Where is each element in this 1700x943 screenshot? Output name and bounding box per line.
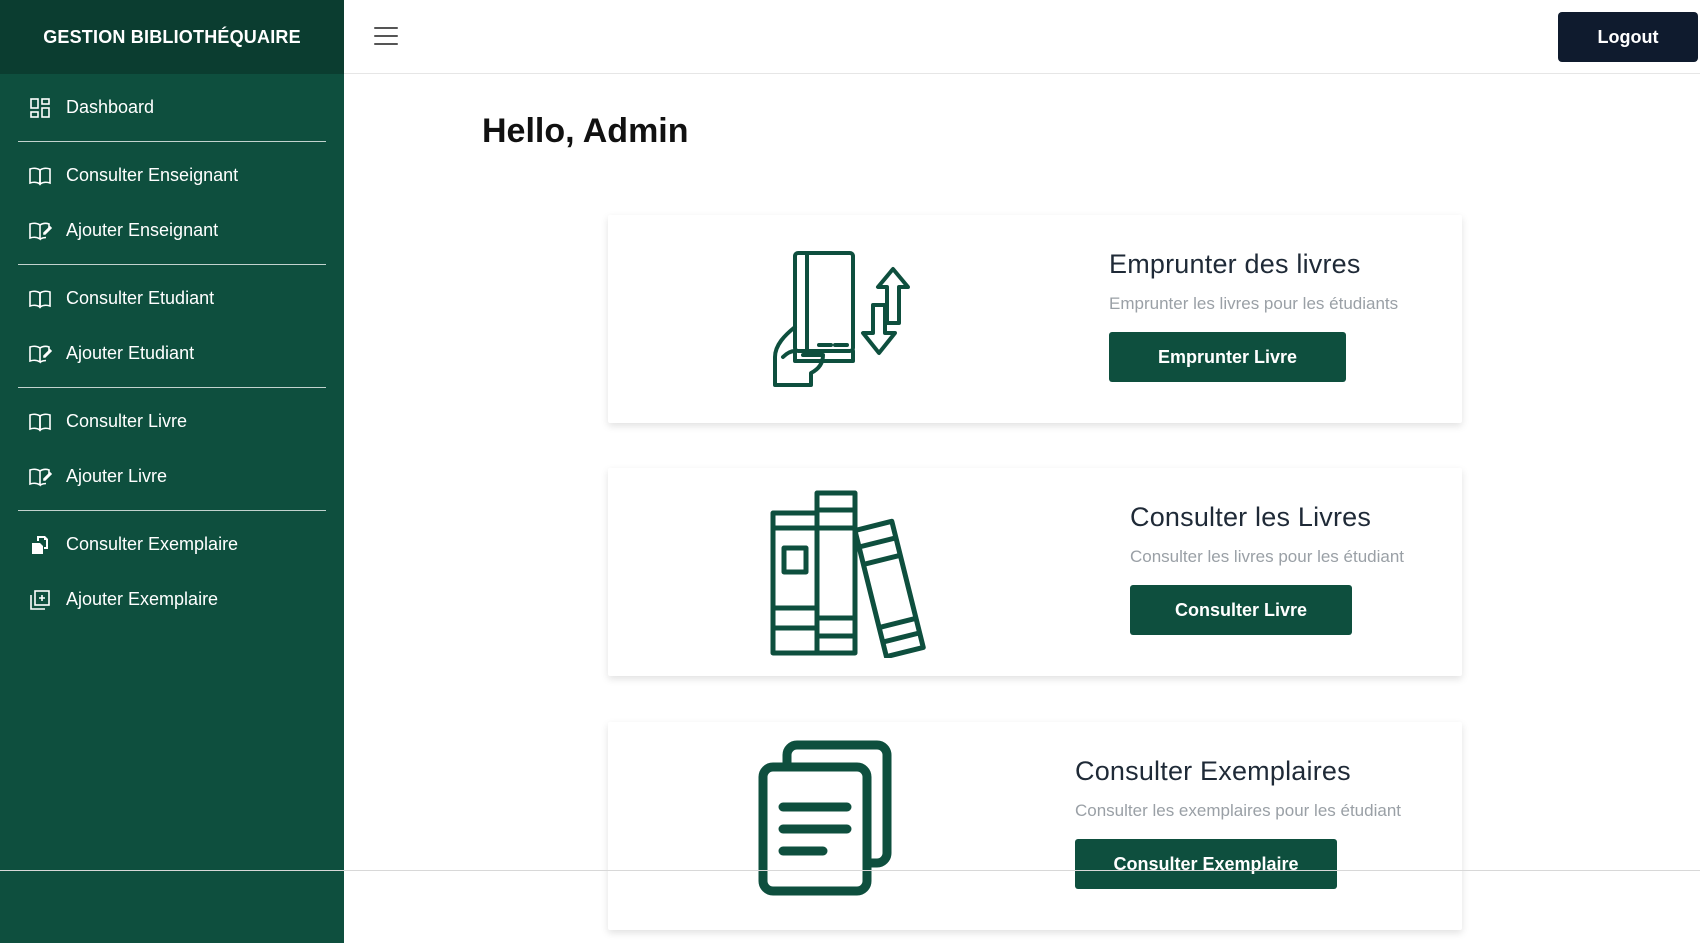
- consulter-livre-button[interactable]: Consulter Livre: [1130, 585, 1352, 635]
- sidebar-item-ajouter-enseignant[interactable]: Ajouter Enseignant: [18, 203, 326, 258]
- book-open-icon: [28, 287, 52, 311]
- sidebar-item-label: Consulter Livre: [66, 411, 188, 431]
- sidebar-item-consulter-enseignant[interactable]: Consulter Enseignant: [18, 148, 326, 203]
- card-description: Consulter les livres pour les étudiant: [1130, 547, 1405, 566]
- card-title: Consulter Exemplaires: [1075, 756, 1351, 786]
- page-greeting: Hello, Admin: [482, 112, 689, 150]
- nav-group-enseignant: Consulter Enseignant Ajouter Enseignant: [18, 142, 326, 265]
- nav-group-exemplaire: Consulter Exemplaire Ajouter Exemplaire: [18, 511, 326, 633]
- books-shelf-icon: [748, 490, 948, 658]
- sidebar-item-label: Consulter Exemplaire: [66, 534, 239, 554]
- sidebar-item-ajouter-livre[interactable]: Ajouter Livre: [18, 449, 326, 504]
- sidebar: GESTION BIBLIOTHÉQUAIRE Dashboard Consul…: [0, 0, 344, 943]
- top-bar: Logout: [344, 0, 1700, 74]
- card-content: Consulter les Livres Consulter les livre…: [1130, 468, 1404, 635]
- book-open-icon: [28, 164, 52, 188]
- card-description: Emprunter les livres pour les étudiants: [1109, 294, 1399, 313]
- sidebar-item-label: Consulter Enseignant: [66, 165, 239, 185]
- copies-icon: [28, 533, 52, 557]
- sidebar-item-label: Ajouter Etudiant: [66, 343, 195, 363]
- sidebar-item-consulter-exemplaire[interactable]: Consulter Exemplaire: [18, 517, 326, 572]
- sidebar-item-label: Ajouter Enseignant: [66, 220, 219, 240]
- sidebar-item-ajouter-exemplaire[interactable]: Ajouter Exemplaire: [18, 572, 326, 627]
- sidebar-item-label: Consulter Etudiant: [66, 288, 215, 308]
- book-edit-icon: [28, 465, 52, 489]
- emprunter-livre-button[interactable]: Emprunter Livre: [1109, 332, 1346, 382]
- card-content: Consulter Exemplaires Consulter les exem…: [1075, 722, 1401, 889]
- sidebar-item-ajouter-etudiant[interactable]: Ajouter Etudiant: [18, 326, 326, 381]
- card-title: Emprunter des livres: [1109, 249, 1361, 279]
- book-edit-icon: [28, 219, 52, 243]
- sidebar-nav: Dashboard Consulter Enseignant Ajouter E…: [0, 74, 344, 633]
- sidebar-item-label: Dashboard: [66, 97, 155, 117]
- sidebar-item-label: Ajouter Livre: [66, 466, 168, 486]
- card-consulter-exemplaires: Consulter Exemplaires Consulter les exem…: [608, 722, 1462, 930]
- book-edit-icon: [28, 342, 52, 366]
- nav-group-etudiant: Consulter Etudiant Ajouter Etudiant: [18, 265, 326, 388]
- brand-title: GESTION BIBLIOTHÉQUAIRE: [0, 0, 344, 74]
- card-description: Consulter les exemplaires pour les étudi…: [1075, 801, 1402, 820]
- card-emprunter: Emprunter des livres Emprunter les livre…: [608, 215, 1462, 423]
- logout-button[interactable]: Logout: [1558, 12, 1698, 62]
- viewport-divider: [0, 870, 1700, 871]
- dashboard-icon: [28, 96, 52, 120]
- nav-group-livre: Consulter Livre Ajouter Livre: [18, 388, 326, 511]
- sidebar-item-dashboard[interactable]: Dashboard: [18, 80, 326, 135]
- sidebar-item-consulter-etudiant[interactable]: Consulter Etudiant: [18, 271, 326, 326]
- borrow-book-icon: [748, 245, 948, 395]
- sidebar-item-label: Ajouter Exemplaire: [66, 589, 219, 609]
- book-open-icon: [28, 410, 52, 434]
- hamburger-icon[interactable]: [374, 27, 398, 47]
- card-content: Emprunter des livres Emprunter les livre…: [1109, 215, 1398, 382]
- nav-group-dashboard: Dashboard: [18, 74, 326, 142]
- card-consulter-livres: Consulter les Livres Consulter les livre…: [608, 468, 1462, 676]
- card-title: Consulter les Livres: [1130, 502, 1372, 532]
- sidebar-item-consulter-livre[interactable]: Consulter Livre: [18, 394, 326, 449]
- add-copy-icon: [28, 588, 52, 612]
- consulter-exemplaire-button[interactable]: Consulter Exemplaire: [1075, 839, 1337, 889]
